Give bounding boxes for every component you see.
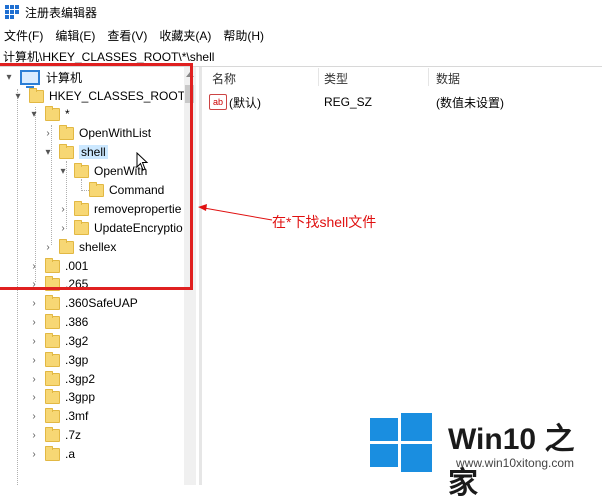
menu-favorites[interactable]: 收藏夹(A) <box>159 27 211 44</box>
chevron-right-icon[interactable]: › <box>29 298 39 309</box>
chevron-right-icon[interactable]: › <box>29 430 39 441</box>
tree-item-3gp2[interactable]: › .3gp2 <box>29 370 95 388</box>
chevron-right-icon[interactable]: › <box>29 392 39 403</box>
column-separator[interactable] <box>318 68 319 86</box>
menu-view[interactable]: 查看(V) <box>107 27 147 44</box>
value-row-default[interactable]: ab (默认) <box>209 93 261 111</box>
folder-icon <box>45 426 60 442</box>
windows-logo-icon <box>370 412 432 472</box>
watermark-brand-name: Win10 <box>448 423 537 456</box>
menu-file[interactable]: 文件(F) <box>4 27 43 44</box>
tree-item-a[interactable]: › .a <box>29 445 75 463</box>
tree-item-386[interactable]: › .386 <box>29 313 88 331</box>
tree-item-label: .3g2 <box>65 334 89 348</box>
menu-help[interactable]: 帮助(H) <box>223 27 264 44</box>
pane-splitter[interactable] <box>199 67 202 485</box>
folder-icon <box>45 294 60 310</box>
annotation-highlight-box <box>0 63 193 290</box>
watermark-url: www.win10xitong.com <box>456 456 575 470</box>
tree-item-3mf[interactable]: › .3mf <box>29 407 88 425</box>
chevron-right-icon[interactable]: › <box>29 336 39 347</box>
folder-icon <box>45 370 60 386</box>
folder-icon <box>45 351 60 367</box>
column-header-type[interactable]: 类型 <box>324 70 348 87</box>
chevron-right-icon[interactable]: › <box>29 317 39 328</box>
annotation-arrow-icon <box>198 204 273 221</box>
chevron-right-icon[interactable]: › <box>29 411 39 422</box>
tree-item-7z[interactable]: › .7z <box>29 426 81 444</box>
value-name: (默认) <box>229 95 261 110</box>
menu-bar: 文件(F) 编辑(E) 查看(V) 收藏夹(A) 帮助(H) <box>0 26 272 44</box>
tree-item-label: .3gpp <box>65 390 96 404</box>
tree-item-360safeuap[interactable]: › .360SafeUAP <box>29 294 138 312</box>
column-separator[interactable] <box>428 68 429 86</box>
menu-edit[interactable]: 编辑(E) <box>55 27 95 44</box>
value-type: REG_SZ <box>324 95 373 109</box>
chevron-right-icon[interactable]: › <box>29 355 39 366</box>
column-header-data[interactable]: 数据 <box>436 70 460 87</box>
value-data: (数值未设置) <box>436 95 504 110</box>
tree-item-label: .386 <box>65 315 89 329</box>
string-value-icon: ab <box>209 94 227 110</box>
tree-item-label: .7z <box>65 428 82 442</box>
tree-item-label: .3gp <box>65 353 89 367</box>
folder-icon <box>45 445 60 461</box>
tree-item-3gp[interactable]: › .3gp <box>29 351 88 369</box>
tree-item-3gpp[interactable]: › .3gpp <box>29 388 95 406</box>
tree-item-label: .360SafeUAP <box>65 296 138 310</box>
tree-item-label: .3mf <box>65 409 89 423</box>
folder-icon <box>45 332 60 348</box>
tree-item-label: .3gp2 <box>65 372 96 386</box>
address-path[interactable]: 计算机\HKEY_CLASSES_ROOT\*\shell <box>3 48 214 65</box>
folder-icon <box>45 388 60 404</box>
regedit-icon <box>5 5 19 19</box>
tree-item-label: .a <box>65 447 76 461</box>
watermark: Win10 之家 www.win10xitong.com <box>370 412 602 500</box>
chevron-right-icon[interactable]: › <box>29 374 39 385</box>
annotation-text: 在*下找shell文件 <box>272 214 377 230</box>
window-title: 注册表编辑器 <box>25 5 98 20</box>
title-bar: 注册表编辑器 <box>0 0 602 24</box>
tree-item-3g2[interactable]: › .3g2 <box>29 332 88 350</box>
column-header-name[interactable]: 名称 <box>212 70 236 87</box>
chevron-right-icon[interactable]: › <box>29 449 39 460</box>
folder-icon <box>45 313 60 329</box>
folder-icon <box>45 407 60 423</box>
